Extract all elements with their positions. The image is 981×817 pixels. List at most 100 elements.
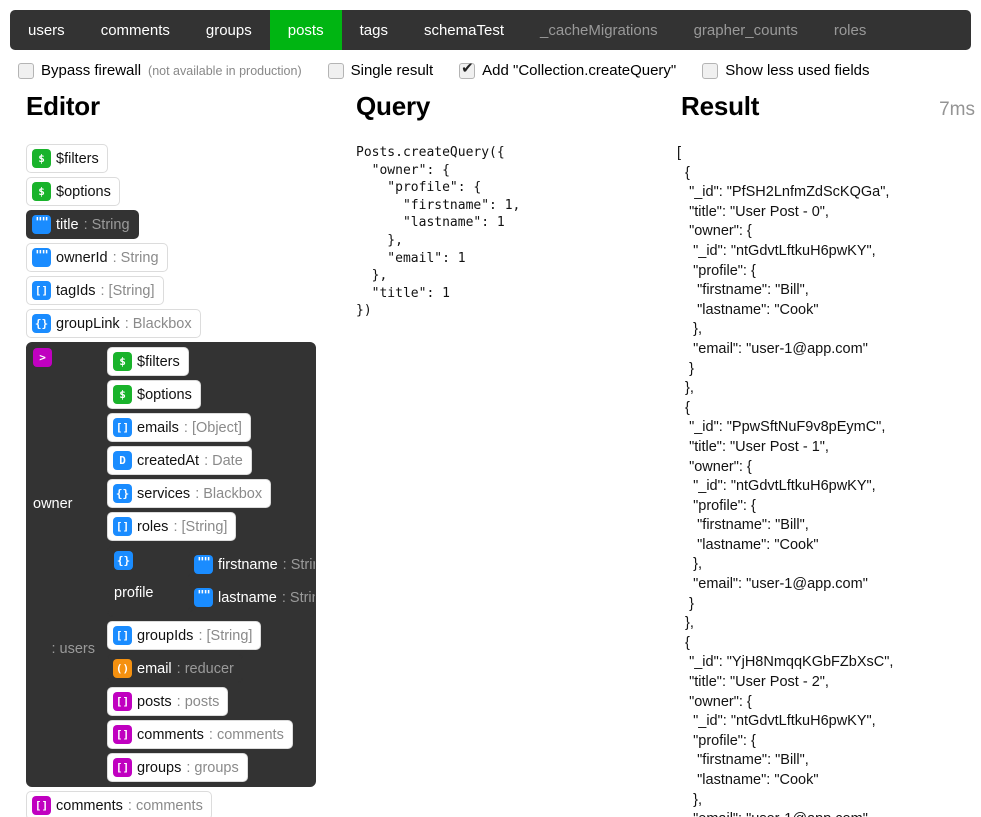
result-panel-header: Result 7ms xyxy=(673,79,981,144)
tree-node-name: createdAt xyxy=(137,452,200,469)
tree-node-name: services xyxy=(137,485,191,502)
tree-node-name: $filters xyxy=(56,150,99,167)
tree-node-owner[interactable]: > owner: users xyxy=(27,343,103,786)
tree-node-createdAt[interactable]: DcreatedAt: Date xyxy=(107,446,252,475)
tab-groups[interactable]: groups xyxy=(188,10,270,50)
tree-node-firstname[interactable]: "" firstname: String xyxy=(188,550,315,579)
option-checkbox-row: Bypass firewall (not available in product… xyxy=(0,50,981,79)
tab-label: comments xyxy=(100,21,170,39)
tree-node-type: : [String] xyxy=(173,518,228,535)
tab-comments[interactable]: comments xyxy=(83,10,188,50)
tree-node-type: : String xyxy=(112,249,159,266)
tree-node-type: : Date xyxy=(204,452,243,469)
checkbox-checked-icon[interactable] xyxy=(459,61,476,79)
tree-node-type: : Blackbox xyxy=(124,315,192,332)
reducer-icon: () xyxy=(113,659,132,678)
option-single-result[interactable]: Single result xyxy=(327,62,433,79)
result-panel: Result 7ms [ { "_id": "PfSH2LnfmZdScKQGa… xyxy=(665,79,981,817)
tree-node-type: : groups xyxy=(186,759,239,776)
tree-node-services[interactable]: {} services: Blackbox xyxy=(107,479,272,508)
tree-node-name: ownerId xyxy=(56,249,108,266)
editor-panel: Editor $ $filters $ $options "" title: String… xyxy=(10,79,340,817)
tab-schematest[interactable]: schemaTest xyxy=(406,10,522,50)
dollar-icon: $ xyxy=(32,182,51,201)
page-title-editor: Editor xyxy=(26,91,100,121)
checkbox-unchecked-icon[interactable] xyxy=(702,62,719,79)
query-panel: Query Posts.createQuery({ "owner": { "pr… xyxy=(340,79,665,320)
date-icon: D xyxy=(113,451,132,470)
option-label: Show less used fields xyxy=(725,62,870,79)
result-json[interactable]: [ { "_id": "PfSH2LnfmZdScKQGa", "title":… xyxy=(673,144,981,817)
object-icon: {} xyxy=(113,484,132,503)
option-add-collection-createquery[interactable]: Add "Collection.createQuery" xyxy=(459,61,676,79)
tree-node-groupLink[interactable]: {} groupLink: Blackbox xyxy=(26,309,201,338)
checkbox-unchecked-icon[interactable] xyxy=(327,62,344,79)
tree-node-type: : posts xyxy=(176,693,220,710)
tree-node-type: : String xyxy=(281,589,315,606)
array-icon: [] xyxy=(113,725,132,744)
tree-children: ""firstname: String ""lastname: String xyxy=(184,546,315,616)
array-icon: [] xyxy=(113,758,132,777)
tree-node-name: $options xyxy=(137,386,192,403)
query-code[interactable]: Posts.createQuery({ "owner": { "profile"… xyxy=(348,144,657,320)
tab-label: _cacheMigrations xyxy=(540,21,658,39)
tree-node-dollar-options[interactable]: $ $options xyxy=(107,380,201,409)
tree-node-dollar-filters[interactable]: $ $filters xyxy=(26,144,108,173)
array-icon: [] xyxy=(113,692,132,711)
tree-node-posts[interactable]: [] posts: posts xyxy=(107,687,229,716)
tab-label: roles xyxy=(833,21,867,39)
array-icon: [] xyxy=(113,517,132,536)
tab-grapher_counts[interactable]: grapher_counts xyxy=(676,10,816,50)
page-title-query: Query xyxy=(356,91,431,121)
tree-node-name: comments xyxy=(56,797,123,814)
result-duration: 7ms xyxy=(939,99,975,120)
tree-node-ownerId[interactable]: "" ownerId: String xyxy=(26,243,168,272)
editor-panel-header: Editor xyxy=(18,79,332,144)
option-bypass-firewall[interactable]: Bypass firewall (not available in product… xyxy=(18,62,302,79)
tree-node-name: roles xyxy=(137,518,169,535)
tree-node-name: groupIds xyxy=(137,627,194,644)
option-note: (not available in production) xyxy=(148,63,302,78)
schema-tree-root: $ $filters $ $options "" title: String "" owner… xyxy=(26,144,332,817)
array-icon: [] xyxy=(32,281,51,300)
tree-node-groupIds[interactable]: [] groupIds: [String] xyxy=(107,621,262,650)
tab-label: posts xyxy=(287,21,324,39)
object-icon: {} xyxy=(32,314,51,333)
tree-node-name: emails xyxy=(137,419,179,436)
checkbox-unchecked-icon[interactable] xyxy=(18,62,34,79)
tree-node-type: : reducer xyxy=(176,660,234,677)
tree-node-type: : [Object] xyxy=(183,419,242,436)
tree-node-email[interactable]: () email: reducer xyxy=(107,654,243,683)
tree-node-name: groups xyxy=(137,759,182,776)
string-icon: "" xyxy=(32,215,51,234)
tree-node-title[interactable]: "" title: String xyxy=(26,210,139,239)
option-show-less-used-fields[interactable]: Show less used fields xyxy=(702,62,870,79)
tab-users[interactable]: users xyxy=(10,10,83,50)
tab-posts[interactable]: posts xyxy=(269,10,342,50)
tree-node-profile[interactable]: {} profile xyxy=(108,546,184,616)
tab-tags[interactable]: tags xyxy=(342,10,406,50)
tree-node-dollar-options[interactable]: $ $options xyxy=(26,177,120,206)
tree-node-comments[interactable]: [] comments: comments xyxy=(26,791,212,817)
tree-node-lastname[interactable]: "" lastname: String xyxy=(188,583,315,612)
tree-node-emails[interactable]: [] emails: [Object] xyxy=(107,413,251,442)
tab-label: schemaTest xyxy=(423,21,505,39)
array-icon: [] xyxy=(113,626,132,645)
link-icon: > xyxy=(33,348,52,367)
tree-children: $ $filters $ $options [] emails: [Object] Dcre… xyxy=(103,343,315,786)
tree-node-type: : String xyxy=(282,556,315,573)
tree-node-groups[interactable]: [] groups: groups xyxy=(107,753,248,782)
tab-roles[interactable]: roles xyxy=(816,10,885,50)
dollar-icon: $ xyxy=(113,385,132,404)
tab-cachemigrations[interactable]: _cacheMigrations xyxy=(522,10,676,50)
tree-node-comments[interactable]: [] comments: comments xyxy=(107,720,293,749)
tab-label: tags xyxy=(359,21,388,39)
array-icon: [] xyxy=(113,418,132,437)
tree-node-name: owner xyxy=(33,496,73,513)
tree-node-name: groupLink xyxy=(56,315,120,332)
tree-node-roles[interactable]: [] roles: [String] xyxy=(107,512,237,541)
tree-node-tagIds[interactable]: [] tagIds: [String] xyxy=(26,276,164,305)
tab-label: groups xyxy=(205,21,252,39)
tree-node-dollar-filters[interactable]: $ $filters xyxy=(107,347,189,376)
tree-node-name: profile xyxy=(114,585,154,601)
